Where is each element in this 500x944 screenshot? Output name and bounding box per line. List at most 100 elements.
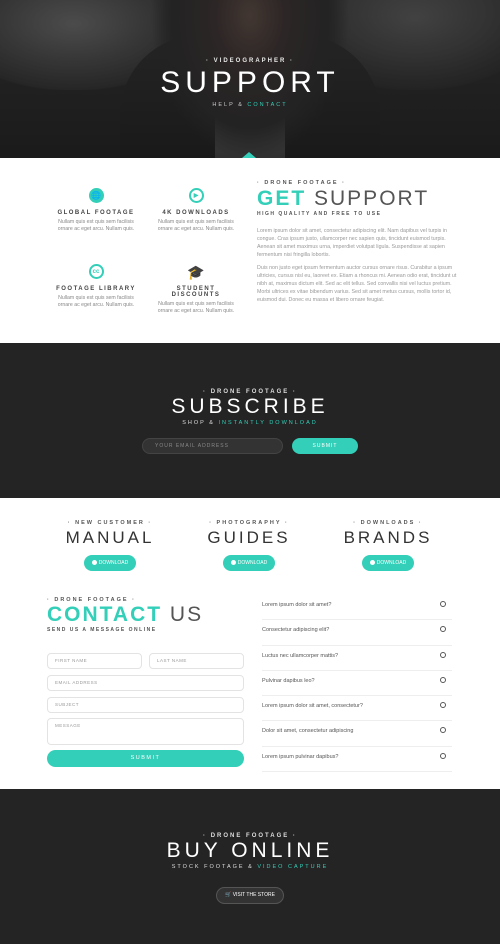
get-support-title-rest: SUPPORT — [306, 187, 430, 210]
creative-commons-icon: cc — [88, 264, 104, 279]
buy-online-section: · DRONE FOOTAGE · BUY ONLINE STOCK FOOTA… — [0, 789, 500, 944]
feature-global-footage: 🌐 GLOBAL FOOTAGE Nullam quis est quis se… — [51, 188, 141, 233]
download-eyebrow: · NEW CUSTOMER · — [67, 520, 153, 526]
faq-question: Lorem ipsum pulvinar dapibus? — [262, 753, 339, 760]
faq-question: Pulvinar dapibus leo? — [262, 677, 315, 684]
toggle-circle-icon — [440, 752, 446, 759]
download-button-label: DOWNLOAD — [237, 560, 268, 566]
toggle-circle-icon — [440, 601, 446, 607]
subscribe-email-input[interactable]: YOUR EMAIL ADDRESS — [142, 438, 283, 454]
toggle-circle-icon — [440, 702, 446, 709]
subscribe-section: · DRONE FOOTAGE · SUBSCRIBE SHOP & INSTA… — [0, 343, 500, 498]
faq-question: Luctus nec ullamcorper mattis? — [262, 652, 339, 659]
get-support-paragraph-2: Duis non justo eget ipsum fermentum auct… — [257, 265, 457, 303]
faq-item[interactable]: Lorem ipsum pulvinar dapibus? — [262, 747, 452, 773]
faq-item[interactable]: Pulvinar dapibus leo? — [262, 671, 452, 697]
download-guides-button[interactable]: DOWNLOAD — [223, 555, 275, 571]
faq-item[interactable]: Consectetur adipiscing elit? — [262, 620, 452, 646]
faq-item[interactable]: Dolor sit amet, consectetur adipiscing — [262, 721, 452, 747]
faq-question: Lorem ipsum dolor sit amet? — [262, 602, 332, 608]
download-button-label: DOWNLOAD — [376, 560, 407, 566]
subscribe-subtitle: SHOP & INSTANTLY DOWNLOAD — [0, 420, 500, 426]
get-support-eyebrow: · DRONE FOOTAGE · — [257, 180, 346, 186]
buy-subtitle-prefix: STOCK FOOTAGE & — [171, 864, 254, 870]
subscribe-title: SUBSCRIBE — [171, 395, 329, 418]
feature-title: 4K DOWNLOADS — [162, 210, 230, 216]
last-name-field[interactable]: LAST NAME — [149, 653, 244, 669]
message-field[interactable]: MESSAGE — [47, 718, 244, 745]
get-support-tagline: HIGH QUALITY AND FREE TO USE — [257, 211, 382, 217]
download-eyebrow: · DOWNLOADS · — [353, 520, 423, 526]
faq-item[interactable]: Luctus nec ullamcorper mattis? — [262, 646, 452, 671]
globe-icon: 🌐 — [88, 188, 104, 203]
faq-item[interactable]: Lorem ipsum dolor sit amet, consectetur? — [262, 696, 452, 722]
feature-text: Nullam quis est quis sem facilisis ornar… — [157, 219, 235, 232]
subscribe-subtitle-prefix: SHOP & — [182, 420, 215, 426]
hero-subtitle: HELP & CONTACT — [0, 102, 500, 108]
feature-title: STUDENT DISCOUNTS — [171, 286, 221, 298]
download-eyebrow: · PHOTOGRAPHY · — [209, 520, 289, 526]
toggle-circle-icon — [440, 651, 446, 658]
subscribe-subtitle-accent: INSTANTLY DOWNLOAD — [218, 420, 318, 426]
buy-title: BUY ONLINE — [166, 839, 334, 862]
feature-4k-downloads: ▶ 4K DOWNLOADS Nullam quis est quis sem … — [151, 188, 241, 233]
feature-text: Nullam quis est quis sem facilisis ornar… — [57, 219, 135, 232]
subscribe-form: YOUR EMAIL ADDRESS SUBMIT — [142, 438, 358, 454]
first-name-field[interactable]: FIRST NAME — [47, 653, 142, 669]
get-support-title-accent: GET — [257, 187, 307, 210]
cart-icon: 🛒 — [225, 892, 232, 898]
toggle-circle-icon — [440, 626, 446, 633]
play-icon: ▶ — [188, 188, 204, 203]
hero-eyebrow: · VIDEOGRAPHER · — [205, 58, 294, 64]
contact-heading: · DRONE FOOTAGE · CONTACT US SEND US A M… — [47, 597, 244, 633]
toggle-circle-icon — [440, 727, 446, 734]
download-icon — [369, 560, 375, 565]
toggle-circle-icon — [440, 676, 446, 683]
get-support-block: · DRONE FOOTAGE · GET SUPPORT HIGH QUALI… — [257, 180, 457, 304]
faq-list: Lorem ipsum dolor sit amet? Consectetur … — [262, 595, 452, 773]
contact-title-accent: CONTACT — [47, 603, 163, 626]
feature-footage-library: cc FOOTAGE LIBRARY Nullam quis est quis … — [51, 264, 141, 309]
faq-question: Consectetur adipiscing elit? — [262, 627, 330, 634]
hero-subtitle-accent: CONTACT — [247, 102, 288, 108]
download-brands-button[interactable]: DOWNLOAD — [362, 555, 414, 571]
subject-field[interactable]: SUBJECT — [47, 697, 244, 713]
feature-text: Nullam quis est quis sem facilisis ornar… — [157, 301, 235, 314]
hero-subtitle-prefix: HELP & — [212, 102, 244, 108]
visit-store-button[interactable]: 🛒 VISIT THE STORE — [216, 887, 284, 904]
faq-question: Lorem ipsum dolor sit amet, consectetur? — [262, 703, 363, 710]
feature-student-discounts: 🎓 STUDENT DISCOUNTS Nullam quis est quis… — [151, 264, 241, 315]
faq-item[interactable]: Lorem ipsum dolor sit amet? — [262, 595, 452, 621]
hero-title: SUPPORT — [160, 66, 340, 99]
subscribe-submit-button[interactable]: SUBMIT — [292, 438, 358, 454]
download-icon — [230, 560, 236, 565]
features-section: 🌐 GLOBAL FOOTAGE Nullam quis est quis se… — [0, 158, 500, 343]
download-button-label: DOWNLOAD — [98, 560, 129, 566]
buy-subtitle-accent: VIDEO CAPTURE — [257, 864, 329, 870]
faq-question: Dolor sit amet, consectetur adipiscing — [262, 728, 354, 735]
download-manual: · NEW CUSTOMER · MANUAL DOWNLOAD — [50, 520, 170, 571]
feature-text: Nullam quis est quis sem facilisis ornar… — [57, 295, 135, 308]
download-title: MANUAL — [65, 528, 155, 547]
download-title: BRANDS — [343, 528, 433, 547]
downloads-section: · NEW CUSTOMER · MANUAL DOWNLOAD · PHOTO… — [0, 498, 500, 593]
download-icon — [91, 560, 97, 565]
download-title: GUIDES — [207, 528, 291, 547]
feature-title: FOOTAGE LIBRARY — [56, 286, 136, 292]
contact-title-rest: US — [162, 603, 204, 626]
download-brands: · DOWNLOADS · BRANDS DOWNLOAD — [328, 520, 448, 571]
get-support-paragraph-1: Lorem ipsum dolor sit amet, consectetur … — [257, 228, 447, 258]
email-field[interactable]: EMAIL ADDRESS — [47, 675, 244, 691]
get-support-title: GET SUPPORT — [257, 187, 457, 211]
visit-store-label: VISIT THE STORE — [232, 892, 275, 898]
contact-tagline: SEND US A MESSAGE ONLINE — [47, 627, 157, 633]
graduation-cap-icon: 🎓 — [187, 263, 205, 280]
contact-title: CONTACT US — [47, 603, 244, 627]
feature-title: GLOBAL FOOTAGE — [57, 210, 135, 216]
buy-subtitle: STOCK FOOTAGE & VIDEO CAPTURE — [0, 864, 500, 870]
contact-submit-button[interactable]: SUBMIT — [47, 750, 244, 767]
download-guides: · PHOTOGRAPHY · GUIDES DOWNLOAD — [189, 520, 309, 571]
contact-section: · DRONE FOOTAGE · CONTACT US SEND US A M… — [0, 593, 500, 789]
hero-section: · VIDEOGRAPHER · SUPPORT HELP & CONTACT — [0, 0, 500, 158]
download-manual-button[interactable]: DOWNLOAD — [84, 555, 136, 571]
